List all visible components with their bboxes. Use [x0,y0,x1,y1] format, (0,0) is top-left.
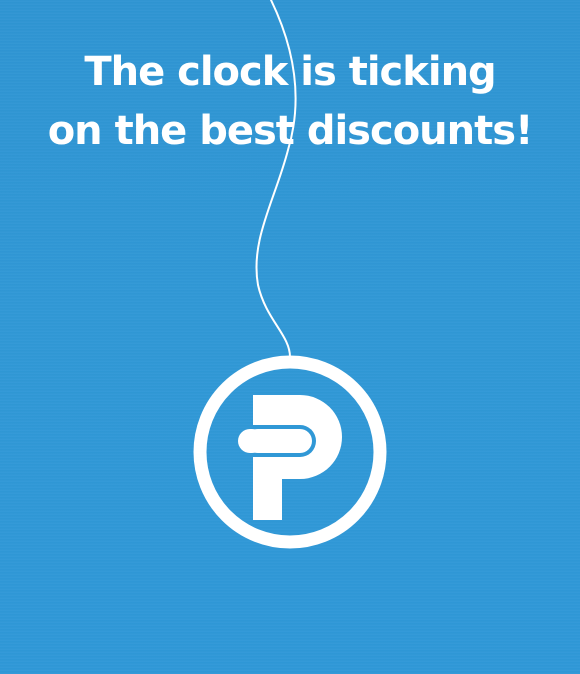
logo-artwork [193,0,387,549]
hanging-string-icon [255,0,297,358]
promo-banner: The clock is ticking on the best discoun… [0,0,580,674]
p-logo-icon [193,355,387,549]
